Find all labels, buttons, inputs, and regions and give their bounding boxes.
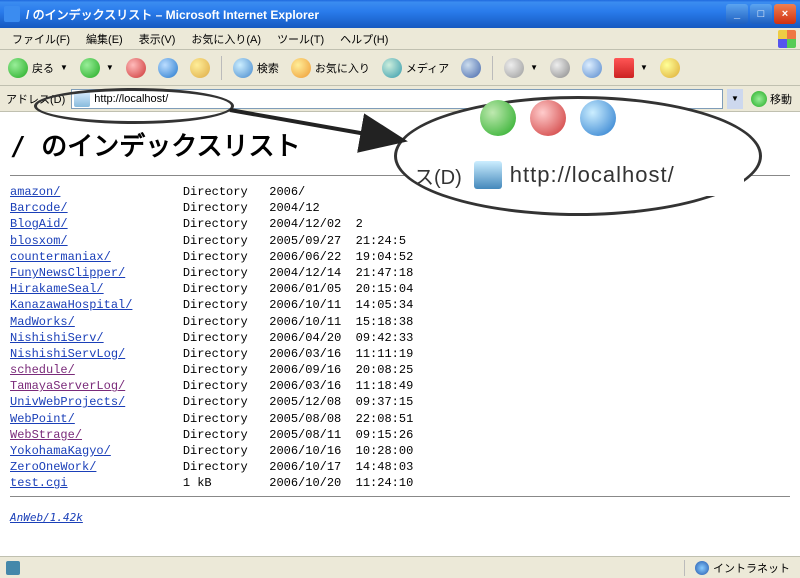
menu-view[interactable]: 表示(V) (131, 29, 184, 49)
edit-button[interactable] (578, 54, 606, 82)
back-icon (8, 58, 28, 78)
address-field[interactable] (71, 89, 723, 109)
listing-link[interactable]: KanazawaHospital/ (10, 298, 132, 312)
menu-favorites[interactable]: お気に入り(A) (183, 29, 269, 49)
media-button[interactable]: メディア (378, 54, 453, 82)
mail-button[interactable]: ▼ (500, 54, 542, 82)
menu-file[interactable]: ファイル(F) (4, 29, 78, 49)
messenger-icon (660, 58, 680, 78)
server-signature-line: AnWeb/1.42k (10, 511, 790, 524)
listing-link[interactable]: Barcode/ (10, 201, 68, 215)
menu-help[interactable]: ヘルプ(H) (332, 29, 396, 49)
messenger-button[interactable] (656, 54, 684, 82)
intranet-icon (695, 561, 709, 575)
divider (10, 175, 790, 176)
stop-button[interactable] (122, 54, 150, 82)
listing-link[interactable]: ZeroOneWork/ (10, 460, 96, 474)
star-icon (291, 58, 311, 78)
home-icon (190, 58, 210, 78)
edit-icon (582, 58, 602, 78)
listing-link[interactable]: NishishiServLog/ (10, 347, 125, 361)
media-icon (382, 58, 402, 78)
go-icon (751, 91, 767, 107)
forward-icon (80, 58, 100, 78)
toolbar: 戻る ▼ ▼ 検索 お気に入り メディア ▼ ▼ (0, 50, 800, 86)
divider (10, 496, 790, 497)
listing-link[interactable]: BlogAid/ (10, 217, 68, 231)
menu-tools[interactable]: ツール(T) (269, 29, 332, 49)
listing-link[interactable]: TamayaServerLog/ (10, 379, 125, 393)
history-icon (461, 58, 481, 78)
listing-link[interactable]: amazon/ (10, 185, 60, 199)
page-content: / のインデックスリスト amazon/ Directory 2006/ Bar… (0, 112, 800, 556)
listing-link[interactable]: HirakameSeal/ (10, 282, 104, 296)
status-page-icon (6, 561, 20, 575)
ie-icon (4, 6, 20, 22)
refresh-button[interactable] (154, 54, 182, 82)
security-zone[interactable]: イントラネット (684, 560, 800, 576)
status-bar: イントラネット (0, 556, 800, 578)
forward-button[interactable]: ▼ (76, 54, 118, 82)
print-button[interactable] (546, 54, 574, 82)
search-icon (233, 58, 253, 78)
separator (492, 56, 493, 80)
menu-edit[interactable]: 編集(E) (78, 29, 131, 49)
go-button[interactable]: 移動 (747, 91, 796, 107)
listing-link[interactable]: FunyNewsClipper/ (10, 266, 125, 280)
home-button[interactable] (186, 54, 214, 82)
mail-icon (504, 58, 524, 78)
status-left (0, 561, 684, 575)
textsize-button[interactable]: ▼ (610, 54, 652, 82)
listing-link[interactable]: countermaniax/ (10, 250, 111, 264)
address-dropdown[interactable]: ▼ (727, 89, 743, 109)
textsize-icon (614, 58, 634, 78)
listing-link[interactable]: WebStrage/ (10, 428, 82, 442)
page-heading: / のインデックスリスト (10, 126, 790, 163)
history-button[interactable] (457, 54, 485, 82)
maximize-button[interactable]: □ (750, 4, 772, 24)
directory-listing: amazon/ Directory 2006/ Barcode/ Directo… (10, 184, 790, 492)
address-bar: アドレス(D) ▼ 移動 (0, 86, 800, 112)
listing-link[interactable]: YokohamaKagyo/ (10, 444, 111, 458)
minimize-button[interactable]: _ (726, 4, 748, 24)
listing-link[interactable]: test.cgi (10, 476, 68, 490)
listing-link[interactable]: UnivWebProjects/ (10, 395, 125, 409)
address-input[interactable] (94, 93, 720, 105)
separator (221, 56, 222, 80)
listing-link[interactable]: NishishiServ/ (10, 331, 104, 345)
listing-link[interactable]: WebPoint/ (10, 412, 75, 426)
close-button[interactable]: × (774, 4, 796, 24)
listing-link[interactable]: MadWorks/ (10, 315, 75, 329)
chevron-down-icon[interactable]: ▼ (106, 63, 114, 72)
favorites-button[interactable]: お気に入り (287, 54, 374, 82)
print-icon (550, 58, 570, 78)
menu-bar: ファイル(F) 編集(E) 表示(V) お気に入り(A) ツール(T) ヘルプ(… (0, 28, 800, 50)
listing-link[interactable]: schedule/ (10, 363, 75, 377)
listing-link[interactable]: blosxom/ (10, 234, 68, 248)
server-signature-link[interactable]: AnWeb/1.42k (10, 511, 83, 524)
window-titlebar: / のインデックスリスト – Microsoft Internet Explor… (0, 0, 800, 28)
page-icon (74, 91, 90, 107)
search-button[interactable]: 検索 (229, 54, 283, 82)
chevron-down-icon[interactable]: ▼ (60, 63, 68, 72)
stop-icon (126, 58, 146, 78)
window-title: / のインデックスリスト – Microsoft Internet Explor… (26, 6, 724, 23)
windows-logo-icon (778, 30, 796, 48)
back-button[interactable]: 戻る ▼ (4, 54, 72, 82)
refresh-icon (158, 58, 178, 78)
address-label: アドレス(D) (4, 91, 67, 107)
